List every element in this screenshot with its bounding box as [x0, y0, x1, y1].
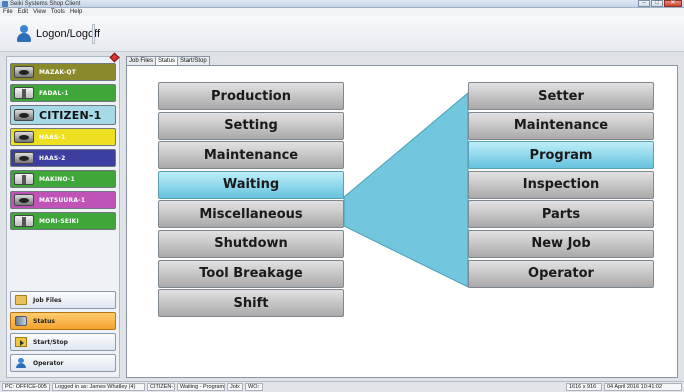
status-job: Job: [227, 383, 243, 391]
nav-label: Operator [33, 359, 64, 367]
status-icon [15, 316, 27, 326]
menu-file[interactable]: File [3, 8, 13, 16]
status-waiting-button[interactable]: Waiting [158, 170, 344, 199]
logon-logoff-label: Logon/Logoff [36, 28, 101, 40]
waiting-reason-list: Setter Maintenance Program Inspection Parts N… [468, 82, 654, 289]
reason-inspection-button[interactable]: Inspection [468, 170, 654, 199]
lathe-machine-icon [14, 66, 34, 78]
menu-bar: File Edit View Tools Help [0, 8, 684, 16]
machine-list: MAZAK-QT FADAL-1 CITIZEN-1 HAAS-1 HAAS-2 MAKI… [10, 63, 116, 233]
status-shutdown-button[interactable]: Shutdown [158, 229, 344, 258]
status-panel: Production Setting Maintenance Waiting Misce… [126, 65, 678, 378]
status-category-list: Production Setting Maintenance Waiting Misce… [158, 82, 344, 319]
status-logged-in: Logged in as: James Whatley (4) [52, 383, 145, 391]
window-title: Seiki Systems Shop Client [10, 1, 81, 7]
maximize-button[interactable]: □ [651, 0, 663, 7]
lathe-machine-icon [14, 152, 34, 164]
nav-status[interactable]: Status [10, 312, 116, 330]
nav-start-stop[interactable]: Start/Stop [10, 333, 116, 351]
status-miscellaneous-button[interactable]: Miscellaneous [158, 200, 344, 229]
menu-tools[interactable]: Tools [51, 8, 65, 16]
status-shift-button[interactable]: Shift [158, 289, 344, 318]
machine-haas-2[interactable]: HAAS-2 [10, 149, 116, 167]
nav-job-files[interactable]: Job Files [10, 291, 116, 309]
menu-view[interactable]: View [33, 8, 46, 16]
nav-label: Start/Stop [33, 338, 68, 346]
machine-label: MAZAK-QT [39, 68, 77, 76]
machine-label: MORI-SEIKI [39, 217, 79, 225]
machine-makino-1[interactable]: MAKINO-1 [10, 170, 116, 188]
main-content: Job Files Status Start/Stop Production Se… [126, 52, 678, 378]
status-datetime: 04 April 2016 10:41:02 [604, 383, 682, 391]
status-pc: PC: OFFICE-005 [2, 383, 50, 391]
mill-machine-icon [14, 173, 34, 185]
reason-maintenance-button[interactable]: Maintenance [468, 111, 654, 140]
reason-new-job-button[interactable]: New Job [468, 229, 654, 258]
lathe-machine-icon [14, 109, 34, 121]
toolbar: Logon/Logoff [0, 16, 684, 52]
close-button[interactable]: ✕ [664, 0, 682, 7]
menu-edit[interactable]: Edit [18, 8, 28, 16]
minimize-button[interactable]: – [638, 0, 650, 7]
status-state: Waiting - Program [177, 383, 225, 391]
machine-mori-seiki[interactable]: MORI-SEIKI [10, 212, 116, 230]
status-wo: WO: [245, 383, 263, 391]
machine-label: HAAS-1 [39, 133, 66, 141]
status-production-button[interactable]: Production [158, 82, 344, 110]
operator-icon [15, 358, 27, 368]
machine-haas-1[interactable]: HAAS-1 [10, 128, 116, 146]
nav-operator[interactable]: Operator [10, 354, 116, 372]
machine-label: FADAL-1 [39, 89, 69, 97]
mill-machine-icon [14, 87, 34, 99]
lathe-machine-icon [14, 194, 34, 206]
menu-help[interactable]: Help [70, 8, 82, 16]
status-machine: CITIZEN-1 [147, 383, 175, 391]
status-setting-button[interactable]: Setting [158, 111, 344, 140]
machine-matsuura-1[interactable]: MATSUURA-1 [10, 191, 116, 209]
status-maintenance-button[interactable]: Maintenance [158, 141, 344, 170]
toolbar-grip[interactable] [92, 24, 95, 44]
reason-program-button[interactable]: Program [468, 141, 654, 170]
machine-fadal-1[interactable]: FADAL-1 [10, 84, 116, 102]
sidebar: MAZAK-QT FADAL-1 CITIZEN-1 HAAS-1 HAAS-2 MAKI… [6, 52, 120, 378]
nav-label: Job Files [33, 296, 62, 304]
folder-icon [15, 295, 27, 305]
nav-label: Status [33, 317, 55, 325]
status-bar: PC: OFFICE-005 Logged in as: James Whatl… [0, 381, 684, 392]
machine-label: MATSUURA-1 [39, 196, 86, 204]
machine-citizen-1[interactable]: CITIZEN-1 [10, 105, 116, 125]
machine-label: MAKINO-1 [39, 175, 75, 183]
pin-icon[interactable] [109, 52, 120, 63]
title-bar: Seiki Systems Shop Client – □ ✕ [0, 0, 684, 8]
user-icon [16, 25, 32, 43]
mill-machine-icon [14, 215, 34, 227]
machine-mazak-qt[interactable]: MAZAK-QT [10, 63, 116, 81]
machine-label: HAAS-2 [39, 154, 66, 162]
app-icon [2, 1, 8, 7]
reason-setter-button[interactable]: Setter [468, 82, 654, 110]
nav-list: Job Files Status Start/Stop Operator [10, 291, 116, 375]
lathe-machine-icon [14, 131, 34, 143]
reason-parts-button[interactable]: Parts [468, 200, 654, 229]
status-resolution: 1616 x 916 [566, 383, 602, 391]
start-stop-icon [15, 337, 27, 347]
status-tool-breakage-button[interactable]: Tool Breakage [158, 259, 344, 288]
machine-label: CITIZEN-1 [39, 108, 102, 122]
reason-operator-button[interactable]: Operator [468, 259, 654, 288]
